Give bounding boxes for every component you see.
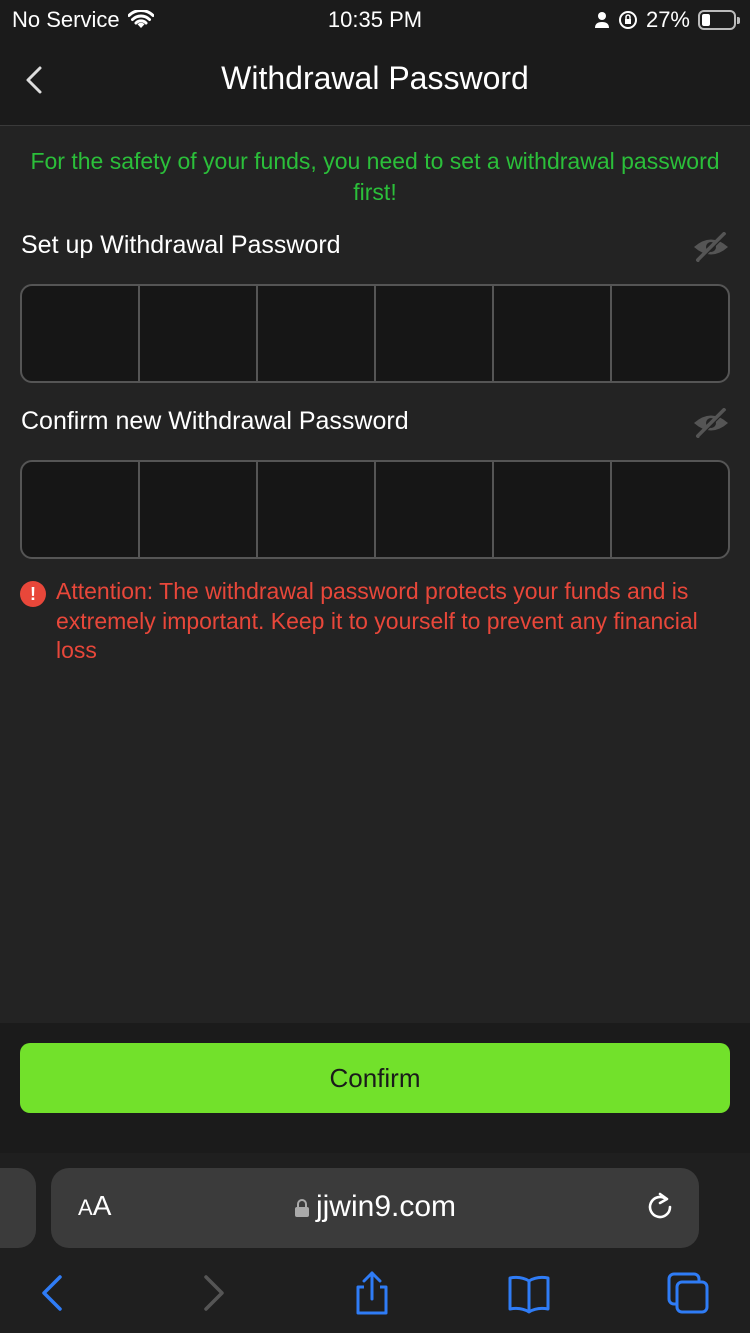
battery-percent: 27%: [645, 7, 690, 32]
pin-cell[interactable]: [612, 286, 728, 381]
setup-password-input[interactable]: [20, 284, 730, 383]
battery-fill: [702, 14, 710, 26]
pin-cell[interactable]: [22, 286, 140, 381]
safety-notice: For the safety of your funds, you need t…: [30, 148, 720, 205]
lock-icon: [294, 1199, 309, 1218]
pin-cell[interactable]: [612, 462, 728, 557]
bookmarks-icon[interactable]: [507, 1271, 551, 1315]
pin-cell[interactable]: [258, 462, 376, 557]
battery-icon: [698, 10, 740, 30]
reload-icon[interactable]: [643, 1190, 677, 1224]
url-text: jjwin9.com: [315, 1190, 457, 1223]
pin-cell[interactable]: [258, 286, 376, 381]
confirm-button[interactable]: Confirm: [20, 1043, 730, 1113]
safari-toolbar: AA jjwin9.com: [0, 1153, 750, 1333]
orientation-lock-icon: [618, 11, 637, 29]
address-bar[interactable]: AA jjwin9.com: [51, 1168, 699, 1248]
previous-tab-preview[interactable]: [0, 1168, 36, 1248]
setup-password-label: Set up Withdrawal Password: [21, 231, 341, 259]
forward-arrow-icon[interactable]: [192, 1271, 236, 1315]
tabs-icon[interactable]: [666, 1271, 710, 1315]
warning-text: Attention: The withdrawal password prote…: [56, 578, 698, 663]
person-icon: [594, 12, 609, 28]
attention-warning: ! Attention: The withdrawal password pro…: [20, 577, 732, 666]
confirm-password-input[interactable]: [20, 460, 730, 559]
pin-cell[interactable]: [494, 286, 612, 381]
eye-slash-icon[interactable]: [692, 232, 730, 262]
share-icon[interactable]: [350, 1271, 394, 1315]
page-title: Withdrawal Password: [221, 60, 529, 96]
pin-cell[interactable]: [22, 462, 140, 557]
url-display[interactable]: jjwin9.com: [51, 1190, 699, 1224]
header: Withdrawal Password: [0, 38, 750, 126]
pin-cell[interactable]: [376, 462, 494, 557]
status-right: 27%: [594, 7, 740, 33]
back-arrow-icon[interactable]: [30, 1271, 74, 1315]
pin-cell[interactable]: [140, 286, 258, 381]
warning-icon: !: [20, 581, 46, 607]
eye-slash-icon[interactable]: [692, 408, 730, 438]
confirm-area: Confirm: [0, 1023, 750, 1153]
confirm-password-label: Confirm new Withdrawal Password: [21, 407, 409, 435]
pin-cell[interactable]: [140, 462, 258, 557]
status-bar: No Service 10:35 PM 27%: [0, 0, 750, 38]
pin-cell[interactable]: [494, 462, 612, 557]
pin-cell[interactable]: [376, 286, 494, 381]
